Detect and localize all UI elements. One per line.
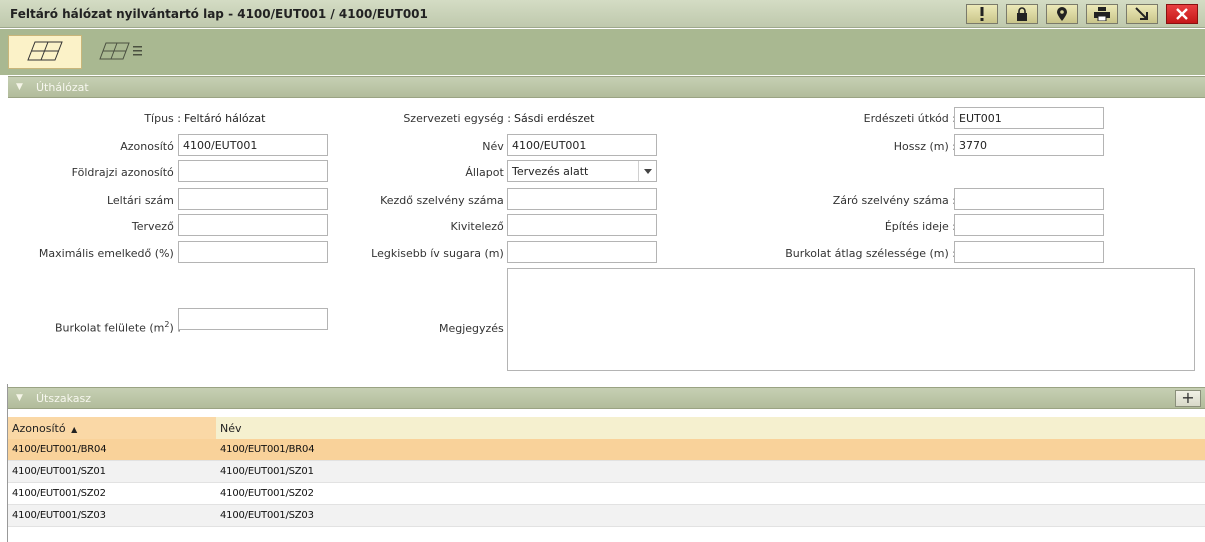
azonosito-field[interactable]: 4100/EUT001 [178, 134, 328, 156]
close-icon [1176, 8, 1188, 20]
print-button[interactable] [1086, 4, 1118, 24]
lock-button[interactable] [1006, 4, 1038, 24]
legkisebb-iv-field[interactable] [507, 241, 657, 263]
epites-ideje-field[interactable] [954, 214, 1104, 236]
erdeszeti-utkod-field[interactable]: EUT001 [954, 107, 1104, 129]
megjegyzes-label: Megjegyzés : [438, 322, 511, 335]
close-button[interactable] [1166, 4, 1198, 24]
section-uthalozat[interactable]: ▼ Úthálózat [8, 76, 1205, 98]
allapot-label: Állapot : [465, 166, 511, 179]
cell-nev: 4100/EUT001/SZ03 [220, 510, 314, 521]
hossz-field[interactable]: 3770 [954, 134, 1104, 156]
nev-field[interactable]: 4100/EUT001 [507, 134, 657, 156]
azonosito-label: Azonosító : [120, 140, 181, 153]
collapse-chevron-icon[interactable]: ▼ [16, 393, 23, 403]
cell-azonosito: 4100/EUT001/SZ03 [12, 510, 106, 521]
table-row[interactable]: 4100/EUT001/SZ02 4100/EUT001/SZ02 [8, 483, 1205, 505]
grid-view-icon [27, 40, 63, 65]
section-title: Úthálózat [36, 81, 89, 94]
tervezo-field[interactable] [178, 214, 328, 236]
minimize-arrow-icon [1135, 7, 1149, 21]
road-section-table: Azonosító ▲ Név 4100/EUT001/BR04 4100/EU… [8, 417, 1205, 527]
chevron-down-icon[interactable] [638, 161, 656, 181]
megjegyzes-textarea[interactable] [507, 268, 1195, 371]
kivitelezo-label: Kivitelező : [450, 220, 511, 233]
leltari-szam-label: Leltári szám : [106, 194, 181, 207]
section-utszakasz[interactable]: ▼ Útszakasz + [8, 387, 1205, 409]
table-row[interactable]: 4100/EUT001/SZ01 4100/EUT001/SZ01 [8, 461, 1205, 483]
grid-list-view-button[interactable] [84, 35, 158, 69]
add-road-section-button[interactable]: + [1175, 390, 1201, 407]
table-row[interactable]: 4100/EUT001/BR04 4100/EUT001/BR04 [8, 439, 1205, 461]
max-emelkedo-label: Maximális emelkedő (%) : [38, 247, 181, 260]
szervezeti-egyseg-label: Szervezeti egység : [403, 112, 511, 125]
frame-border [7, 384, 8, 542]
kivitelezo-field[interactable] [507, 214, 657, 236]
cell-azonosito: 4100/EUT001/BR04 [12, 444, 107, 455]
collapse-chevron-icon[interactable]: ▼ [16, 82, 23, 92]
minimize-button[interactable] [1126, 4, 1158, 24]
tipus-value: Feltáró hálózat [184, 112, 266, 125]
leltari-szam-field[interactable] [178, 188, 328, 210]
burkolat-atlag-label: Burkolat átlag szélessége (m) : [785, 247, 956, 260]
table-row[interactable]: 4100/EUT001/SZ03 4100/EUT001/SZ03 [8, 505, 1205, 527]
lock-icon [1016, 7, 1028, 21]
grid-view-button[interactable] [8, 35, 82, 69]
erdeszeti-utkod-label: Erdészeti útkód : [863, 112, 956, 125]
tipus-label: Típus : [144, 112, 181, 125]
section-title: Útszakasz [36, 392, 92, 405]
kezdo-szelveny-field[interactable] [507, 188, 657, 210]
road-network-form: Típus : Feltáró hálózat Szervezeti egysé… [8, 99, 1205, 384]
alert-button[interactable] [966, 4, 998, 24]
tervezo-label: Tervező : [131, 220, 181, 233]
view-toolbar [0, 29, 1205, 75]
max-emelkedo-field[interactable] [178, 241, 328, 263]
window-title: Feltáró hálózat nyilvántartó lap - 4100/… [10, 7, 428, 21]
burkolat-felulete-label: Burkolat felülete (m2) : [54, 320, 181, 335]
szervezeti-egyseg-value: Sásdi erdészet [514, 112, 595, 125]
cell-nev: 4100/EUT001/BR04 [220, 444, 315, 455]
hossz-label: Hossz (m) : [893, 140, 956, 153]
column-header-azonosito[interactable]: Azonosító ▲ [8, 417, 216, 439]
kezdo-szelveny-label: Kezdő szelvény száma : [380, 194, 511, 207]
cell-azonosito: 4100/EUT001/SZ02 [12, 488, 106, 499]
cell-nev: 4100/EUT001/SZ01 [220, 466, 314, 477]
epites-ideje-label: Építés ideje : [884, 220, 956, 233]
zaro-szelveny-field[interactable] [954, 188, 1104, 210]
foldrajzi-azonosito-label: Földrajzi azonosító : [71, 166, 181, 179]
column-header-nev[interactable]: Név [216, 417, 1205, 439]
exclamation-icon [979, 7, 985, 21]
window-titlebar: Feltáró hálózat nyilvántartó lap - 4100/… [0, 0, 1205, 28]
map-pin-icon [1057, 7, 1067, 21]
cell-azonosito: 4100/EUT001/SZ01 [12, 466, 106, 477]
grid-list-view-icon [99, 40, 143, 65]
burkolat-felulete-field[interactable] [178, 308, 328, 330]
foldrajzi-azonosito-field[interactable] [178, 160, 328, 182]
table-header: Azonosító ▲ Név [8, 417, 1205, 439]
burkolat-atlag-field[interactable] [954, 241, 1104, 263]
print-icon [1094, 7, 1110, 21]
legkisebb-iv-label: Legkisebb ív sugara (m) : [371, 247, 511, 260]
zaro-szelveny-label: Záró szelvény száma : [832, 194, 956, 207]
location-button[interactable] [1046, 4, 1078, 24]
allapot-selected-value: Tervezés alatt [512, 165, 589, 178]
cell-nev: 4100/EUT001/SZ02 [220, 488, 314, 499]
sort-ascending-icon: ▲ [71, 425, 78, 434]
allapot-select[interactable]: Tervezés alatt [507, 160, 657, 182]
